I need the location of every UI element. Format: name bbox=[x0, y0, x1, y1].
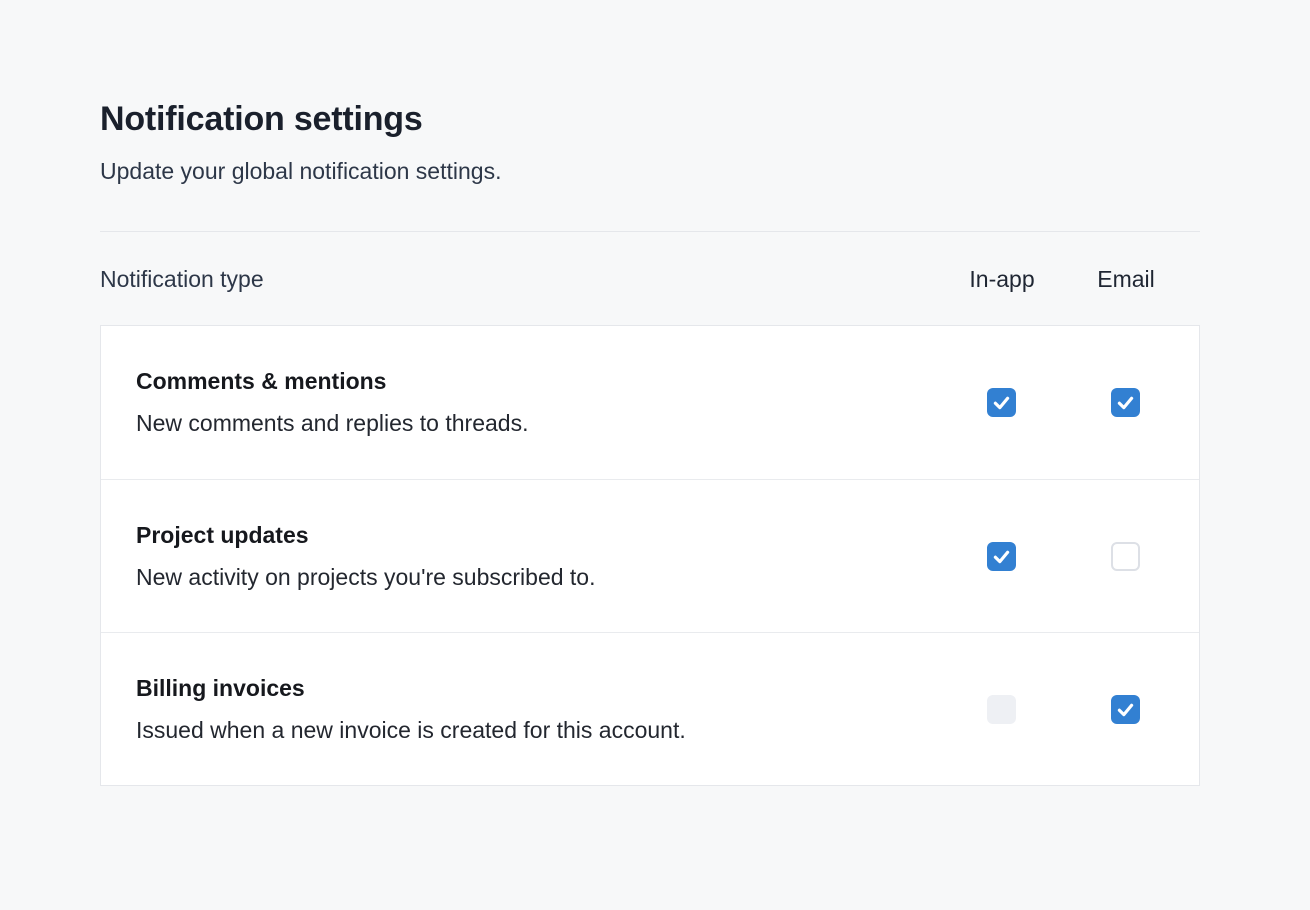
column-header-notification-type: Notification type bbox=[100, 266, 940, 293]
email-checkbox[interactable] bbox=[1111, 388, 1140, 417]
in-app-checkbox bbox=[987, 695, 1016, 724]
checkmark-icon bbox=[991, 546, 1012, 567]
row-description: Issued when a new invoice is created for… bbox=[136, 717, 939, 744]
section-divider bbox=[100, 231, 1200, 232]
checkmark-icon bbox=[991, 392, 1012, 413]
row-text: Billing invoices Issued when a new invoi… bbox=[136, 675, 939, 744]
in-app-checkbox[interactable] bbox=[987, 388, 1016, 417]
row-title: Project updates bbox=[136, 522, 939, 549]
email-checkbox[interactable] bbox=[1111, 542, 1140, 571]
notification-row-billing-invoices: Billing invoices Issued when a new invoi… bbox=[101, 632, 1199, 785]
table-column-headers: Notification type In-app Email bbox=[100, 266, 1200, 293]
notification-settings-panel: Notification settings Update your global… bbox=[100, 0, 1200, 786]
row-description: New activity on projects you're subscrib… bbox=[136, 564, 939, 591]
in-app-cell bbox=[939, 388, 1063, 417]
page-subtitle: Update your global notification settings… bbox=[100, 158, 1200, 185]
row-title: Billing invoices bbox=[136, 675, 939, 702]
row-text: Comments & mentions New comments and rep… bbox=[136, 368, 939, 437]
email-checkbox[interactable] bbox=[1111, 695, 1140, 724]
in-app-checkbox[interactable] bbox=[987, 542, 1016, 571]
row-description: New comments and replies to threads. bbox=[136, 410, 939, 437]
column-header-in-app: In-app bbox=[940, 266, 1064, 293]
notification-row-project-updates: Project updates New activity on projects… bbox=[101, 479, 1199, 632]
in-app-cell bbox=[939, 542, 1063, 571]
checkmark-icon bbox=[1115, 392, 1136, 413]
checkmark-icon bbox=[1115, 699, 1136, 720]
page-title: Notification settings bbox=[100, 100, 1200, 139]
notification-settings-card: Comments & mentions New comments and rep… bbox=[100, 325, 1200, 786]
email-cell bbox=[1063, 388, 1187, 417]
row-text: Project updates New activity on projects… bbox=[136, 522, 939, 591]
row-title: Comments & mentions bbox=[136, 368, 939, 395]
email-cell bbox=[1063, 695, 1187, 724]
in-app-cell bbox=[939, 695, 1063, 724]
notification-row-comments-mentions: Comments & mentions New comments and rep… bbox=[101, 326, 1199, 479]
email-cell bbox=[1063, 542, 1187, 571]
column-header-email: Email bbox=[1064, 266, 1188, 293]
